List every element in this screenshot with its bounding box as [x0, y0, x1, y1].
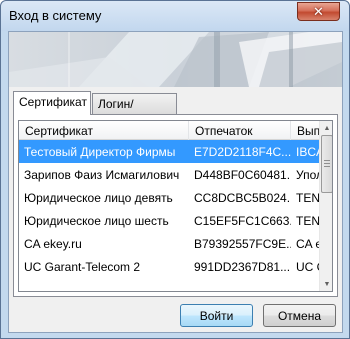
scroll-down-button[interactable]: ▼: [320, 277, 332, 291]
login-button-label: Войти: [199, 308, 234, 323]
cancel-button[interactable]: Отмена: [263, 304, 336, 327]
column-header-certificate-label: Сертификат: [25, 124, 93, 138]
column-header-thumbprint[interactable]: Отпечаток: [189, 121, 291, 140]
certificate-name: Юридическое лицо шесть: [24, 214, 169, 228]
tab-certificate-label: Сертификат: [19, 95, 87, 109]
certificate-name: UC Garant-Telecom 2: [24, 260, 141, 274]
column-header-issuer-label: Выпу: [297, 124, 319, 138]
login-button[interactable]: Войти: [180, 304, 253, 327]
window-title: Вход в систему: [9, 8, 102, 23]
certificate-name: CA ekey.ru: [24, 237, 82, 251]
banner-graphic: [9, 32, 342, 87]
certificate-issuer: CA ek: [296, 237, 319, 251]
certificate-issuer: IBCA: [296, 145, 319, 159]
certificate-issuer: UC Ga: [296, 260, 319, 274]
column-header-issuer[interactable]: Выпу: [291, 121, 319, 140]
close-icon: ✕: [313, 3, 324, 19]
chevron-down-icon: ▼: [323, 280, 331, 288]
certificate-issuer: TENS: [296, 214, 319, 228]
certificate-name: Тестовый Директор Фирмы: [24, 145, 176, 159]
scroll-up-button[interactable]: ▲: [320, 121, 332, 135]
tab-login-password[interactable]: Логин/пароль: [92, 93, 177, 125]
column-header-certificate[interactable]: Сертификат: [19, 121, 189, 140]
list-body: Тестовый Директор Фирмы E7D2D2118F4C... …: [19, 140, 319, 278]
list-item[interactable]: UC Garant-Telecom 2 991DD2367D81... UC G…: [19, 255, 319, 278]
certificate-name: Юридическое лицо девять: [24, 191, 173, 205]
certificate-thumbprint: CC8DCBC5B024...: [194, 191, 291, 205]
tab-strip: Сертификат Логин/пароль: [13, 91, 338, 125]
list-header: Сертификат Отпечаток Выпу: [19, 121, 319, 140]
title-bar[interactable]: Вход в систему ✕: [1, 1, 349, 31]
vertical-scrollbar[interactable]: ▲ ▼: [319, 121, 332, 291]
login-dialog: Вход в систему ✕ Сертификат Логин/ Серти…: [0, 0, 350, 339]
close-button[interactable]: ✕: [297, 2, 340, 21]
column-header-thumbprint-label: Отпечаток: [195, 124, 253, 138]
certificate-thumbprint: E7D2D2118F4C...: [194, 145, 291, 159]
dialog-client-area: Сертификат Логин/пароль Сертификат Отпеч…: [8, 31, 343, 333]
list-item[interactable]: CA ekey.ru B79392557FC9E... CA ek: [19, 232, 319, 255]
tab-certificate[interactable]: Сертификат: [13, 91, 91, 115]
cancel-button-label: Отмена: [277, 308, 322, 323]
scrollbar-thumb[interactable]: [321, 135, 332, 193]
chevron-up-icon: ▲: [323, 124, 331, 132]
certificate-thumbprint: D448BF0C60481...: [194, 168, 291, 182]
certificate-thumbprint: B79392557FC9E...: [194, 237, 291, 251]
header-banner-image: [9, 32, 342, 87]
grip-line: [324, 166, 330, 167]
certificate-name: Зарипов Фаиз Исмагилович: [24, 168, 180, 182]
certificate-tab-panel: Сертификат Отпечаток Выпу Тестовый Дирек…: [13, 114, 338, 297]
list-item[interactable]: Юридическое лицо шесть C15EF5FC1C663... …: [19, 209, 319, 232]
list-item[interactable]: Юридическое лицо девять CC8DCBC5B024... …: [19, 186, 319, 209]
certificate-list[interactable]: Сертификат Отпечаток Выпу Тестовый Дирек…: [18, 120, 333, 292]
certificate-thumbprint: C15EF5FC1C663...: [194, 214, 291, 228]
certificate-thumbprint: 991DD2367D81...: [194, 260, 291, 274]
grip-line: [324, 160, 330, 161]
certificate-issuer: TENS: [296, 191, 319, 205]
list-item[interactable]: Зарипов Фаиз Исмагилович D448BF0C60481..…: [19, 163, 319, 186]
certificate-issuer: Уполн: [296, 168, 319, 182]
grip-line: [324, 163, 330, 164]
list-item[interactable]: Тестовый Директор Фирмы E7D2D2118F4C... …: [19, 140, 319, 163]
